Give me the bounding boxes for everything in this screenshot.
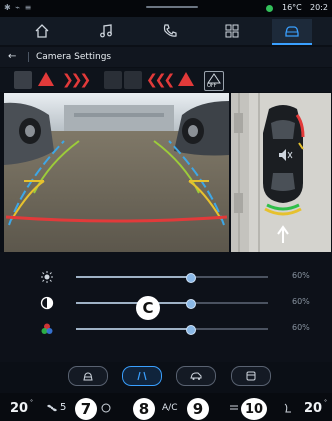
chevron-right-icon: ❯❯❯ [62, 72, 91, 88]
back-button[interactable]: ← [8, 51, 16, 62]
rear-defrost-icon[interactable] [228, 403, 240, 413]
color-slider-row: 60% [0, 318, 332, 340]
music-icon [100, 24, 112, 38]
callout-9: 9 [187, 398, 209, 420]
callout-8: 8 [133, 398, 155, 420]
sensor-off-label: OFF [207, 83, 217, 89]
clock: 20:2 [310, 3, 328, 12]
tab-music[interactable] [86, 19, 126, 43]
top-view-icon [246, 371, 256, 381]
climate-bar: 20 ° 5 A/C 20 ° [0, 393, 332, 421]
notification-handle[interactable] [146, 6, 198, 8]
contrast-knob[interactable] [186, 299, 197, 309]
rear-camera-view[interactable] [4, 93, 229, 252]
color-knob[interactable] [186, 325, 197, 335]
phone-icon [163, 24, 177, 37]
right-temperature-unit: ° [324, 399, 327, 406]
header-divider [28, 52, 29, 62]
brightness-value: 60% [292, 271, 310, 280]
ac-button[interactable]: A/C [162, 403, 177, 413]
color-fill [76, 328, 192, 330]
top-view-button[interactable] [231, 366, 271, 386]
tab-phone[interactable] [150, 19, 190, 43]
left-temperature-unit: ° [30, 399, 33, 406]
top-view-image [231, 93, 331, 252]
rear-angle-icon [137, 371, 147, 381]
brightness-fill [76, 276, 192, 278]
right-temperature[interactable]: 20 [304, 401, 322, 416]
rear-angle-view-button[interactable] [122, 366, 162, 386]
sensor-off-button[interactable]: OFF [204, 71, 224, 91]
color-value: 60% [292, 323, 310, 332]
contrast-icon [40, 296, 54, 310]
fan-icon [47, 404, 57, 412]
outside-temperature: 16°C [282, 3, 302, 12]
side-view-button[interactable] [176, 366, 216, 386]
status-bar: ✱ ⌁ ≡ 16°C 20:2 [0, 0, 332, 17]
rear-view-button[interactable] [68, 366, 108, 386]
sensor-segment [124, 71, 142, 89]
apps-icon [225, 24, 239, 38]
contrast-value: 60% [292, 297, 310, 306]
color-icon [41, 323, 53, 334]
rear-view-icon [83, 372, 93, 381]
warning-icon [178, 72, 194, 86]
camera-image [4, 93, 229, 252]
status-icons: ✱ ⌁ ≡ [4, 3, 33, 12]
warning-icon [38, 72, 54, 86]
parking-sensor-strip: ❯❯❯ ❮❮❮ OFF [0, 68, 332, 92]
tab-apps[interactable] [212, 19, 252, 43]
parking-sensor-icon [14, 71, 32, 89]
left-temperature[interactable]: 20 [10, 401, 28, 416]
contrast-fill [76, 302, 192, 304]
tab-home[interactable] [22, 19, 62, 43]
brightness-knob[interactable] [186, 273, 197, 283]
page-title: Camera Settings [36, 52, 112, 62]
callout-7: 7 [75, 398, 97, 420]
callout-10: 10 [241, 398, 267, 420]
sun-icon [41, 271, 53, 283]
seat-heat-icon[interactable] [282, 402, 294, 414]
nav-bar [0, 17, 332, 45]
contrast-slider-row: 60% [0, 292, 332, 314]
fan-level[interactable]: 5 [60, 402, 66, 413]
status-dot [266, 5, 273, 12]
chevron-left-icon: ❮❮❮ [146, 72, 175, 88]
home-icon [35, 24, 49, 38]
sensor-segment [104, 71, 122, 89]
top-down-view[interactable] [231, 93, 331, 252]
callout-c: C [136, 296, 160, 320]
brightness-slider-row: 60% [0, 266, 332, 288]
settings-header: ← Camera Settings [0, 47, 332, 67]
airflow-icon[interactable] [100, 403, 112, 413]
side-view-icon [190, 372, 202, 380]
tab-vehicle[interactable] [272, 19, 312, 45]
car-icon [285, 26, 299, 37]
image-adjustment-panel: 60% 60% 60% [0, 252, 332, 362]
